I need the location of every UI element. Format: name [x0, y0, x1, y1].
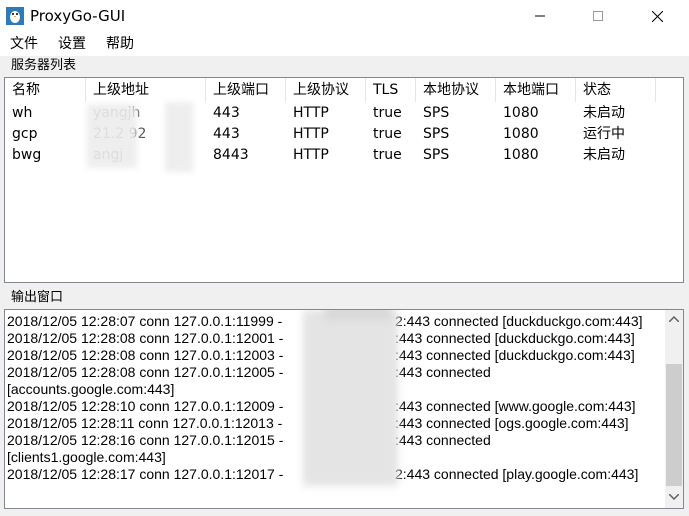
log-text: 2018/12/05 12:28:17 conn 127.0.0.1:12017… — [7, 466, 284, 482]
log-text: :443 connected [ogs.google.com:443] — [395, 415, 629, 431]
log-text: 2018/12/05 12:28:16 conn 127.0.0.1:12015… — [7, 432, 284, 448]
log-text: 2:443 connected [play.google.com:443] — [395, 466, 639, 482]
menu-help[interactable]: 帮助 — [106, 35, 134, 53]
redaction-blur — [325, 310, 391, 320]
log-text: :443 connected [www.google.com:443] — [395, 398, 636, 414]
log-text: 2018/12/05 12:28:08 conn 127.0.0.1:12003… — [7, 347, 284, 363]
col-upstream-proto[interactable]: 上级协议 — [286, 78, 366, 102]
col-upstream-port[interactable]: 上级端口 — [206, 78, 286, 102]
server-status: 未启动 — [583, 147, 625, 163]
window-title: ProxyGo-GUI — [30, 7, 126, 25]
log-text: 2:443 connected [duckduckgo.com:443] — [395, 313, 643, 329]
minimize-button[interactable] — [517, 0, 563, 32]
close-button[interactable] — [634, 0, 680, 32]
output-window-label: 输出窗口 — [11, 290, 64, 305]
log-text: 2018/12/05 12:28:08 conn 127.0.0.1:12005… — [7, 364, 284, 380]
server-local-proto: SPS — [423, 126, 450, 142]
scroll-thumb[interactable] — [666, 364, 682, 486]
server-upstream-port: 443 — [213, 126, 240, 142]
log-text: 2018/12/05 12:28:07 conn 127.0.0.1:11999… — [7, 313, 283, 329]
server-local-port: 1080 — [503, 126, 539, 142]
col-name[interactable]: 名称 — [5, 78, 86, 102]
server-upstream-port: 8443 — [213, 147, 249, 163]
col-upstream-addr[interactable]: 上级地址 — [86, 78, 206, 102]
server-upstream-port: 443 — [213, 105, 240, 121]
redaction-blur — [165, 102, 193, 172]
menu-file[interactable]: 文件 — [10, 35, 38, 53]
col-local-proto[interactable]: 本地协议 — [416, 78, 496, 102]
server-tls: true — [373, 147, 402, 163]
col-tls[interactable]: TLS — [366, 78, 416, 102]
scroll-up-icon[interactable] — [669, 316, 679, 322]
close-icon — [652, 11, 663, 22]
minimize-icon — [535, 15, 545, 17]
menu-bar: 文件 设置 帮助 — [0, 32, 689, 56]
server-local-proto: SPS — [423, 105, 450, 121]
log-text: [clients1.google.com:443] — [7, 449, 166, 465]
menu-settings[interactable]: 设置 — [58, 35, 86, 53]
server-list-label: 服务器列表 — [11, 58, 77, 73]
log-text: :443 connected [duckduckgo.com:443] — [395, 347, 635, 363]
maximize-button[interactable] — [575, 0, 621, 32]
server-local-port: 1080 — [503, 147, 539, 163]
server-tls: true — [373, 105, 402, 121]
server-status: 未启动 — [583, 105, 625, 121]
scroll-down-icon[interactable] — [669, 494, 679, 500]
log-text: :443 connected — [395, 364, 491, 380]
server-local-proto: SPS — [423, 147, 450, 163]
server-local-port: 1080 — [503, 105, 539, 121]
log-text: :443 connected — [395, 432, 491, 448]
log-text: [accounts.google.com:443] — [7, 381, 175, 397]
app-penguin-icon — [6, 7, 24, 25]
server-name: bwg — [12, 147, 42, 163]
title-bar: ProxyGo-GUI — [0, 0, 689, 32]
log-text: 2018/12/05 12:28:10 conn 127.0.0.1:12009… — [7, 398, 284, 414]
server-name: wh — [12, 105, 33, 121]
col-local-port[interactable]: 本地端口 — [496, 78, 576, 102]
server-upstream-proto: HTTP — [293, 126, 329, 142]
server-upstream-proto: HTTP — [293, 105, 329, 121]
server-list-header: 名称 上级地址 上级端口 上级协议 TLS 本地协议 本地端口 状态 — [5, 78, 683, 102]
server-upstream-proto: HTTP — [293, 147, 329, 163]
output-window[interactable]: 2018/12/05 12:28:07 conn 127.0.0.1:11999… — [4, 309, 684, 509]
server-tls: true — [373, 126, 402, 142]
redaction-blur — [303, 310, 398, 486]
log-text: 2018/12/05 12:28:11 conn 127.0.0.1:12013… — [7, 415, 283, 431]
server-name: gcp — [12, 126, 38, 142]
redaction-blur — [87, 104, 137, 168]
server-list[interactable]: 名称 上级地址 上级端口 上级协议 TLS 本地协议 本地端口 状态 wh ya… — [4, 77, 684, 283]
maximize-icon — [593, 11, 603, 21]
log-text: :443 connected [duckduckgo.com:443] — [395, 330, 635, 346]
output-scrollbar[interactable] — [665, 310, 683, 508]
server-status: 运行中 — [583, 126, 625, 142]
col-status[interactable]: 状态 — [576, 78, 656, 102]
log-text: 2018/12/05 12:28:08 conn 127.0.0.1:12001… — [7, 330, 284, 346]
